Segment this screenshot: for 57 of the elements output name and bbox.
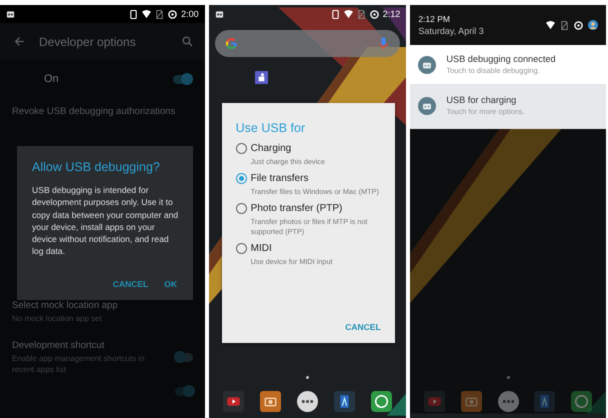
no-sim-icon xyxy=(356,10,366,18)
notification-title: USB debugging connected xyxy=(446,54,556,64)
dialog-title: Use USB for xyxy=(236,121,306,135)
dialog-button[interactable]: CANCEL xyxy=(108,276,152,292)
video-app-icon[interactable] xyxy=(222,391,244,412)
toggle-switch[interactable] xyxy=(172,74,191,84)
radio-button[interactable] xyxy=(236,173,247,184)
page-indicator xyxy=(306,376,309,379)
camera-app-icon[interactable] xyxy=(260,391,281,412)
dialog-title: Allow USB debugging? xyxy=(32,160,161,174)
chat-app-icon[interactable] xyxy=(371,391,392,412)
search-logo-icon xyxy=(224,37,238,50)
app-drawer-icon[interactable] xyxy=(296,391,318,412)
toggle-switch[interactable] xyxy=(174,353,193,362)
no-sim-icon xyxy=(155,10,164,18)
screen-title: Developer options xyxy=(39,34,137,48)
notification-icon xyxy=(6,10,15,18)
option-label[interactable]: Charging xyxy=(250,143,292,154)
radio-button[interactable] xyxy=(236,143,247,154)
setting-title[interactable]: Revoke USB debugging authorizations xyxy=(12,106,193,117)
phone-icon xyxy=(129,10,138,18)
setting-title[interactable]: Select mock location app xyxy=(12,300,193,311)
clock-time: 2:12 PM xyxy=(418,14,451,24)
no-sim-icon xyxy=(560,20,569,30)
letter-app-icon[interactable] xyxy=(334,391,356,412)
radio-button[interactable] xyxy=(236,203,247,214)
switch-label: On xyxy=(44,73,60,85)
dialog-button[interactable]: OK xyxy=(160,276,181,292)
wifi-icon xyxy=(142,10,152,18)
wifi-icon xyxy=(546,20,555,30)
dialog-message: USB debugging is intended for development purposes only. Use it to copy data between your computer and your device, install apps on your device without notification, and read log data. xyxy=(32,184,180,258)
search-icon[interactable] xyxy=(182,36,193,47)
data-saver-icon xyxy=(574,20,583,30)
page-indicator xyxy=(506,376,510,379)
option-label[interactable]: Photo transfer (PTP) xyxy=(250,203,342,214)
wallpaper-stripe xyxy=(586,391,606,414)
clock-time: 2:12 xyxy=(382,9,400,19)
notification-title: USB for charging xyxy=(446,95,518,105)
android-icon xyxy=(418,96,436,114)
radio-button[interactable] xyxy=(236,243,247,254)
team-app-icon[interactable] xyxy=(254,71,268,84)
data-saver-icon xyxy=(370,10,379,18)
option-label[interactable]: File transfers xyxy=(250,173,308,184)
date-label: Saturday, April 3 xyxy=(418,26,485,36)
dialog-button[interactable]: CANCEL xyxy=(341,319,385,335)
clock-time: 2:00 xyxy=(181,9,199,19)
user-avatar-icon[interactable] xyxy=(588,20,598,30)
setting-title[interactable]: Development shortcut xyxy=(12,340,167,351)
search-bar[interactable] xyxy=(214,30,400,57)
data-saver-icon xyxy=(168,10,178,18)
option-label[interactable]: MIDI xyxy=(250,243,272,254)
android-icon xyxy=(418,56,436,74)
wifi-icon xyxy=(344,10,353,18)
back-arrow-icon[interactable] xyxy=(14,36,25,47)
master-switch-row[interactable]: On xyxy=(0,60,205,98)
wallpaper-stripe xyxy=(386,392,406,416)
phone-icon xyxy=(330,10,340,18)
